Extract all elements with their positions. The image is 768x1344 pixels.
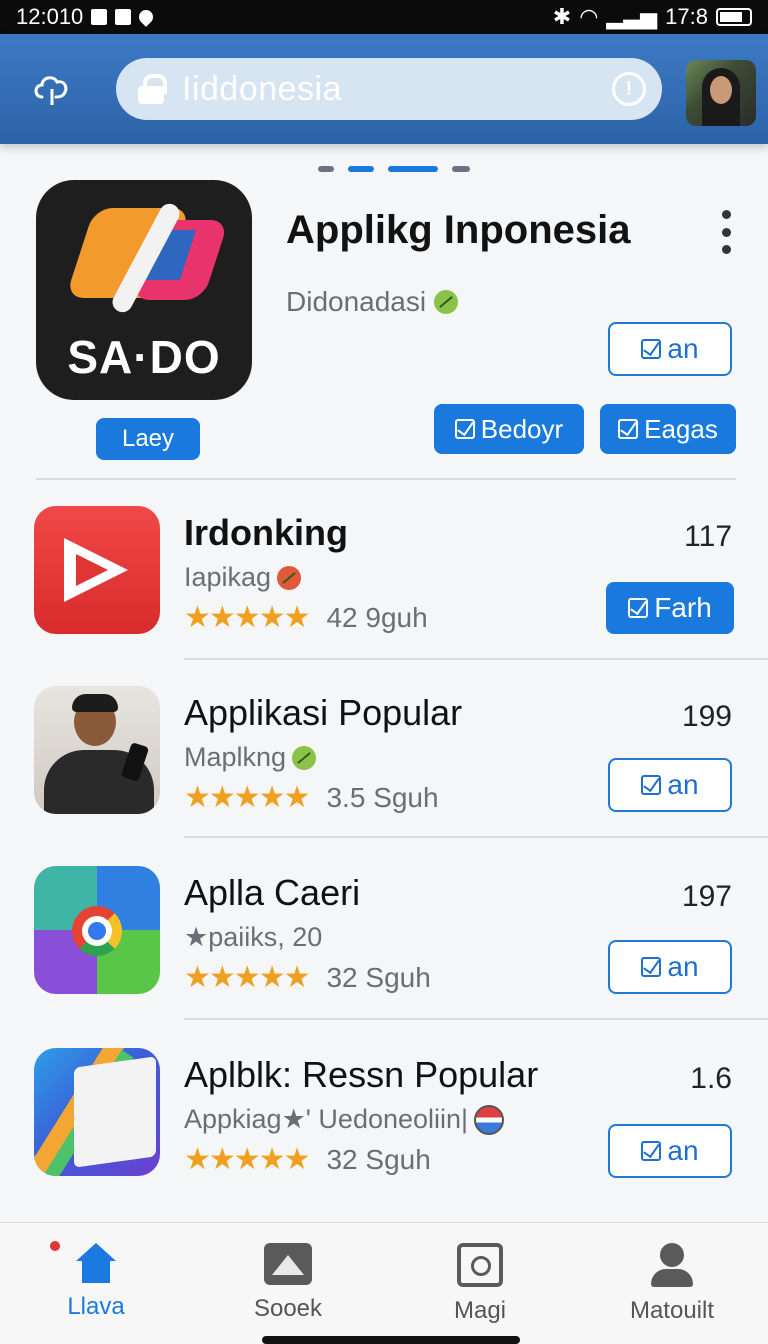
more-options-icon[interactable] bbox=[716, 210, 736, 254]
check-icon bbox=[641, 339, 662, 359]
app-count: 197 bbox=[681, 880, 732, 913]
featured-app-card: SA·DO Applikg Inponesia Didonadasi an La… bbox=[0, 180, 768, 480]
check-icon bbox=[641, 1141, 662, 1161]
carousel-dot-active[interactable] bbox=[388, 166, 438, 172]
featured-app-icon[interactable]: SA·DO bbox=[36, 180, 252, 400]
person-icon bbox=[649, 1243, 695, 1287]
status-time: 12:010 bbox=[16, 4, 84, 29]
signal-icon: ▂▃▅ bbox=[606, 4, 658, 29]
rating-stars: ★★★★★ bbox=[184, 601, 310, 634]
check-icon bbox=[454, 419, 475, 439]
camera-icon bbox=[457, 1243, 503, 1287]
divider bbox=[36, 478, 736, 480]
rating-stars: ★★★★★ bbox=[184, 1143, 310, 1176]
app-count: 117 bbox=[684, 520, 732, 553]
eagas-button[interactable]: Eagas bbox=[600, 404, 736, 454]
check-icon bbox=[641, 957, 662, 977]
app-name: Irdonking bbox=[184, 512, 348, 553]
app-action-button[interactable]: an bbox=[608, 1124, 732, 1178]
app-subtitle: Iapikag bbox=[184, 562, 302, 593]
check-icon bbox=[618, 419, 639, 439]
photo-app-icon bbox=[34, 686, 160, 814]
carousel-dot[interactable] bbox=[318, 166, 334, 172]
divider bbox=[184, 1018, 768, 1020]
nav-item-profile[interactable]: Matouilt bbox=[576, 1223, 768, 1344]
divider bbox=[184, 658, 768, 660]
leaf-icon bbox=[277, 565, 302, 590]
app-action-button[interactable]: an bbox=[608, 758, 732, 812]
gallery-notification-icon bbox=[91, 9, 108, 25]
info-icon[interactable]: ! bbox=[612, 72, 646, 106]
app-rating: ★★★★★ 32 Sguh bbox=[184, 1143, 431, 1176]
status-bar: 12:010 ✱ ◠ ▂▃▅ 17:8 bbox=[0, 0, 768, 34]
flag-ball-icon bbox=[474, 1104, 505, 1135]
app-rating: ★★★★★ 42 9guh bbox=[184, 601, 428, 634]
avatar[interactable] bbox=[686, 60, 756, 126]
app-action-button[interactable]: an bbox=[608, 940, 732, 994]
nav-item-search[interactable]: Sooek bbox=[192, 1223, 384, 1344]
app-name: Applikasi Popular bbox=[184, 692, 463, 733]
nav-item-magi[interactable]: Magi bbox=[384, 1223, 576, 1344]
app-subtitle: Maplkng bbox=[184, 742, 317, 773]
list-item[interactable]: Aplblk: Ressn Popular Appkiag★' Uedoneol… bbox=[0, 1048, 768, 1226]
carousel-dot[interactable] bbox=[348, 166, 374, 172]
nav-item-home[interactable]: Llava bbox=[0, 1223, 192, 1344]
featured-app-subtitle: Didonadasi bbox=[286, 286, 459, 318]
image-icon bbox=[264, 1243, 312, 1285]
play-app-icon bbox=[34, 506, 160, 634]
search-input[interactable]: Iiddonesia bbox=[182, 70, 612, 109]
home-icon bbox=[74, 1243, 118, 1283]
location-icon bbox=[136, 7, 157, 27]
app-count: 199 bbox=[681, 700, 732, 733]
carousel-indicator bbox=[318, 166, 470, 172]
rating-stars: ★★★★★ bbox=[184, 781, 310, 814]
notification-dot bbox=[50, 1241, 60, 1251]
bedoyr-button[interactable]: Bedoyr bbox=[434, 404, 584, 454]
featured-app-brand: SA·DO bbox=[67, 331, 221, 383]
leaf-icon bbox=[292, 745, 317, 770]
app-subtitle: Appkiag★' Uedoneoliin| bbox=[184, 1104, 505, 1135]
wifi-icon: ◠ bbox=[579, 4, 599, 29]
app-name: Aplla Caeri bbox=[184, 872, 361, 913]
tiles-app-icon bbox=[34, 866, 160, 994]
check-icon bbox=[641, 775, 662, 795]
farh-button[interactable]: Farh bbox=[606, 582, 734, 634]
app-rating: ★★★★★ 3.5 Sguh bbox=[184, 781, 439, 814]
app-name: Aplblk: Ressn Popular bbox=[184, 1054, 539, 1095]
leaf-icon bbox=[434, 290, 459, 314]
home-indicator[interactable] bbox=[262, 1336, 520, 1344]
search-bar[interactable]: Iiddonesia ! bbox=[116, 58, 662, 120]
featured-action-button[interactable]: an bbox=[608, 322, 732, 376]
app-count: 1.6 bbox=[690, 1062, 732, 1095]
check-icon bbox=[628, 598, 649, 618]
fold-app-icon bbox=[34, 1048, 160, 1176]
close-notification-icon bbox=[115, 9, 132, 25]
rating-stars: ★★★★★ bbox=[184, 961, 310, 994]
app-header: Iiddonesia ! bbox=[0, 34, 768, 144]
app-subtitle: ★paiiks, 20 bbox=[184, 922, 323, 952]
lock-icon bbox=[138, 74, 167, 104]
divider bbox=[184, 836, 768, 838]
bottom-navigation: Llava Sooek Magi Matouilt bbox=[0, 1222, 768, 1344]
cloud-icon[interactable] bbox=[22, 59, 82, 119]
bluetooth-icon: ✱ bbox=[552, 4, 572, 29]
app-rating: ★★★★★ 32 Sguh bbox=[184, 961, 431, 994]
featured-badge-button[interactable]: Laey bbox=[96, 418, 200, 460]
battery-icon bbox=[716, 8, 752, 26]
status-battery-text: 17:8 bbox=[665, 4, 708, 29]
featured-app-title: Applikg Inponesia bbox=[286, 208, 631, 252]
carousel-dot[interactable] bbox=[452, 166, 470, 172]
